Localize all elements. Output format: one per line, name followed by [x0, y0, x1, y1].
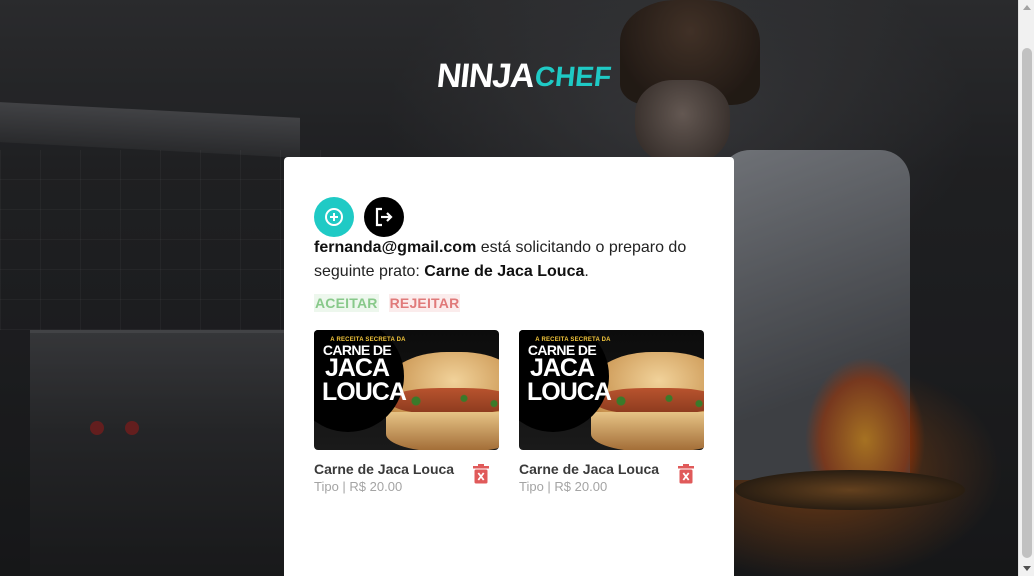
add-button[interactable] — [314, 197, 354, 237]
product-card: A RECEITA SECRETA DA CARNE DE JACA LOUCA… — [314, 330, 499, 495]
vertical-scrollbar[interactable] — [1018, 0, 1034, 576]
scrollbar-thumb[interactable] — [1022, 48, 1032, 558]
ninjachef-logo: NINJA CHEF — [435, 55, 614, 97]
request-actions: ACEITAR REJEITAR — [314, 294, 461, 312]
logo-text-chef: CHEF — [533, 61, 613, 92]
product-card: A RECEITA SECRETA DA CARNE DE JACA LOUCA… — [519, 330, 704, 495]
accept-button[interactable]: ACEITAR — [314, 294, 379, 312]
plus-circle-icon — [325, 208, 343, 226]
request-text-end: . — [584, 263, 589, 280]
reject-button[interactable]: REJEITAR — [388, 294, 461, 312]
trash-icon[interactable] — [677, 464, 695, 484]
scroll-up-arrow-icon[interactable] — [1023, 5, 1031, 10]
request-message: fernanda@gmail.com está solicitando o pr… — [314, 236, 714, 284]
order-request-card: fernanda@gmail.com está solicitando o pr… — [284, 157, 734, 576]
logo-text-ninja: NINJA — [435, 57, 537, 95]
product-image: A RECEITA SECRETA DA CARNE DE JACA LOUCA — [314, 330, 499, 450]
logout-button[interactable] — [364, 197, 404, 237]
trash-icon[interactable] — [472, 464, 490, 484]
image-headline: CARNE DE JACA LOUCA — [322, 342, 407, 407]
product-list: A RECEITA SECRETA DA CARNE DE JACA LOUCA… — [314, 330, 704, 495]
logout-icon — [375, 207, 393, 227]
requested-dish-name: Carne de Jaca Louca — [424, 263, 585, 280]
scroll-down-arrow-icon[interactable] — [1023, 566, 1031, 571]
image-headline: CARNE DE JACA LOUCA — [527, 342, 612, 407]
requester-email: fernanda@gmail.com — [314, 239, 477, 256]
product-image: A RECEITA SECRETA DA CARNE DE JACA LOUCA — [519, 330, 704, 450]
